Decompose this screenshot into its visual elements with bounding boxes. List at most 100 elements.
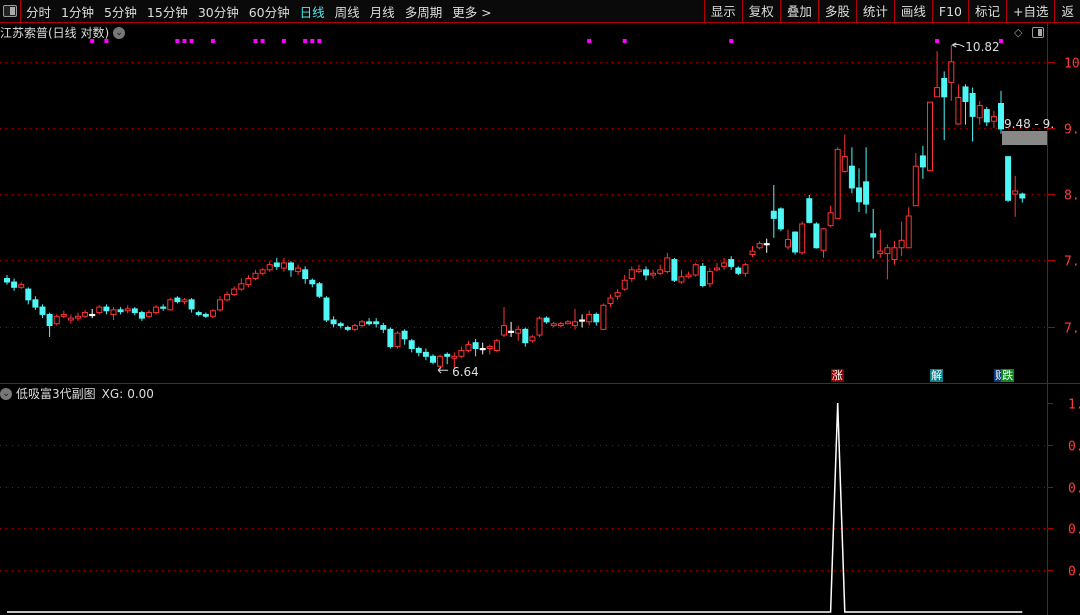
candle [557, 321, 564, 328]
price-axis-label: 9. [1064, 123, 1080, 138]
candle-body [408, 340, 415, 349]
candle [444, 352, 451, 365]
candle [756, 241, 763, 250]
candle [884, 244, 891, 280]
candle-body [344, 326, 351, 330]
candle [813, 222, 820, 249]
candle-body [955, 96, 962, 125]
candle-body [721, 262, 728, 267]
candle-body [131, 308, 138, 314]
candle [635, 264, 642, 274]
candle-body [550, 323, 557, 327]
candle [96, 305, 103, 315]
candle [117, 307, 124, 315]
candle [834, 147, 841, 219]
high-arrow-icon [952, 42, 965, 48]
candle-body [82, 312, 89, 317]
candle [976, 100, 983, 125]
signal-dot [317, 39, 322, 43]
candle-body [415, 347, 422, 353]
candle-body [898, 239, 905, 249]
candle [593, 312, 600, 326]
candle-body [67, 317, 74, 321]
candle [266, 261, 273, 272]
candle [770, 184, 777, 238]
candle [153, 305, 160, 315]
candle [905, 207, 912, 249]
candle-body [160, 306, 167, 309]
candle-body [273, 262, 280, 267]
price-axis-label: 8. [1064, 189, 1080, 204]
signal-dot [189, 39, 194, 43]
candle-body [600, 304, 607, 330]
candle-body [692, 264, 699, 276]
candle-body [536, 317, 543, 336]
candle [827, 205, 834, 228]
candle [53, 314, 60, 326]
candle [891, 241, 898, 265]
candle [344, 325, 351, 332]
candle [75, 312, 81, 321]
kline-chart[interactable]: 10. 9. 8. 7. 7. 10.82 6.64 9.48 - 9. 1. 0. 0. 0. 0. [0, 0, 1080, 615]
candle [422, 348, 429, 361]
candle-body [18, 284, 25, 288]
candle-body [742, 264, 749, 274]
event-badge[interactable]: 解 [930, 369, 944, 382]
candle-body [515, 328, 522, 334]
candle-body [756, 243, 763, 249]
candle-body [493, 340, 500, 351]
candle-body [259, 269, 266, 274]
candle-body [912, 165, 919, 207]
candle [387, 327, 394, 349]
sub-axis-label: 0. [1068, 440, 1080, 455]
candle-body [806, 198, 813, 223]
candle-body [962, 86, 969, 102]
candle-body [891, 247, 898, 261]
candle [380, 322, 387, 334]
candle [479, 342, 486, 355]
candle [969, 87, 976, 142]
candle-body [60, 313, 67, 317]
candle [231, 286, 238, 297]
candle-body [643, 269, 649, 276]
candle [792, 231, 799, 255]
candle [501, 307, 507, 337]
event-badge[interactable]: 涨 [830, 369, 844, 382]
candle [124, 305, 131, 314]
candle-body [39, 306, 46, 315]
candle-body [927, 101, 933, 172]
candle-body [678, 276, 685, 283]
sub-axis-label: 0. [1068, 565, 1080, 580]
candle [273, 257, 280, 270]
candle [721, 257, 728, 270]
candle [217, 296, 223, 312]
candle-body [657, 269, 664, 274]
candle-body [1019, 193, 1026, 199]
candle [60, 310, 67, 319]
xg-line [7, 402, 1023, 613]
candle [309, 278, 316, 288]
candle-body [671, 259, 678, 281]
candle [238, 278, 245, 291]
event-badge[interactable]: 跌 [1001, 369, 1015, 382]
candle-body [359, 321, 365, 327]
candle-body [422, 351, 429, 357]
candle-body [430, 355, 436, 363]
candle [678, 269, 685, 284]
candle [32, 296, 39, 310]
candle-body [217, 299, 223, 311]
candle [245, 275, 252, 288]
candle [529, 335, 536, 343]
candle-body [110, 309, 117, 315]
candle-body [188, 299, 195, 310]
candle-body [103, 306, 110, 312]
candle [401, 329, 408, 345]
candle-body [11, 281, 18, 288]
candle-body [856, 187, 862, 203]
candle [579, 314, 586, 328]
candle-body [579, 319, 586, 322]
candle-body [4, 278, 10, 283]
signal-dot [281, 39, 286, 43]
candle-body [685, 274, 692, 278]
candle [650, 269, 657, 279]
